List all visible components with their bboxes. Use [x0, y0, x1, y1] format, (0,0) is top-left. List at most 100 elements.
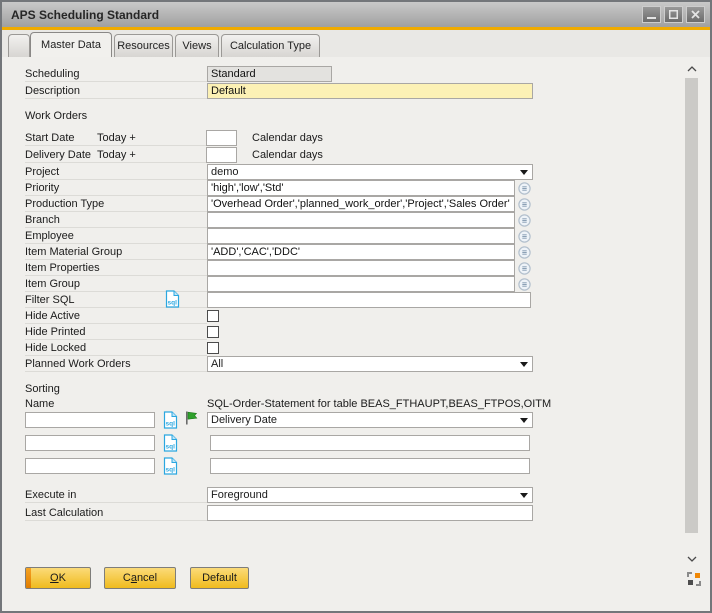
sorting-statement-column-label: SQL-Order-Statement for table BEAS_FTHAU… [207, 398, 537, 410]
window-controls [642, 6, 705, 23]
description-field[interactable] [207, 83, 533, 99]
priority-field[interactable] [207, 180, 515, 196]
last-calculation-field[interactable] [207, 505, 533, 521]
production-type-field[interactable] [207, 196, 515, 212]
item-group-choose-list-icon[interactable] [518, 278, 531, 291]
last-calculation-label: Last Calculation [25, 506, 207, 521]
tab-stub [8, 34, 30, 57]
delivery-date-prefix: Today + [97, 148, 136, 162]
branch-field[interactable] [207, 212, 515, 228]
delivery-date-label-text: Delivery Date [25, 149, 91, 161]
accent-gold-bar [2, 27, 710, 30]
filter-sql-editor-icon[interactable]: sql [165, 290, 180, 308]
production-type-choose-list-icon[interactable] [518, 198, 531, 211]
execute-in-value: Foreground [211, 489, 268, 501]
sorting-row3-statement-input[interactable] [210, 458, 530, 474]
employee-choose-list-icon[interactable] [518, 230, 531, 243]
sorting-row2-sql-editor-icon[interactable]: sql [163, 434, 178, 452]
sorting-row1-flag-icon[interactable] [183, 410, 199, 426]
execute-in-dropdown[interactable]: Foreground [207, 487, 533, 503]
hide-locked-checkbox[interactable] [207, 342, 219, 354]
chevron-up-icon [687, 66, 697, 72]
start-date-suffix: Calendar days [252, 132, 323, 144]
execute-in-label: Execute in [25, 488, 207, 503]
delivery-date-days-input[interactable] [206, 147, 237, 163]
tab-strip: Master Data Resources Views Calculation … [2, 30, 710, 57]
cancel-button[interactable]: Cancel [104, 567, 176, 589]
vertical-scrollbar[interactable] [684, 60, 699, 580]
hide-active-checkbox[interactable] [207, 310, 219, 322]
branch-label: Branch [25, 213, 207, 228]
hide-active-label: Hide Active [25, 309, 207, 324]
project-dropdown-value: demo [211, 166, 239, 178]
hide-printed-checkbox[interactable] [207, 326, 219, 338]
tab-resources[interactable]: Resources [114, 34, 173, 57]
delivery-date-suffix: Calendar days [252, 149, 323, 161]
tab-resources-label: Resources [117, 40, 170, 52]
production-type-label: Production Type [25, 197, 207, 212]
close-icon [691, 10, 700, 19]
item-material-group-choose-list-icon[interactable] [518, 246, 531, 259]
minimize-icon [647, 10, 656, 19]
description-label: Description [25, 84, 207, 99]
svg-text:sql: sql [167, 300, 177, 307]
start-date-label: Start Date Today + [25, 131, 207, 146]
minimize-button[interactable] [642, 6, 661, 23]
sorting-heading: Sorting [25, 383, 60, 395]
window-title: APS Scheduling Standard [11, 8, 159, 22]
sorting-row1-sql-editor-icon[interactable]: sql [163, 411, 178, 429]
sorting-row2-statement-input[interactable] [210, 435, 530, 451]
item-properties-choose-list-icon[interactable] [518, 262, 531, 275]
maximize-button[interactable] [664, 6, 683, 23]
svg-text:sql: sql [165, 421, 175, 428]
tab-views-label: Views [182, 40, 211, 52]
tab-views[interactable]: Views [175, 34, 219, 57]
item-properties-field[interactable] [207, 260, 515, 276]
planned-work-orders-dropdown[interactable]: All [207, 356, 533, 372]
tab-calculation-type[interactable]: Calculation Type [221, 34, 320, 57]
priority-label: Priority [25, 181, 207, 196]
svg-text:sql: sql [165, 444, 175, 451]
item-properties-label: Item Properties [25, 261, 207, 276]
planned-work-orders-value: All [211, 358, 223, 370]
cancel-button-pre: C [123, 572, 131, 584]
tab-master-data[interactable]: Master Data [30, 32, 112, 57]
cancel-button-rest: ncel [137, 572, 157, 584]
hide-locked-label: Hide Locked [25, 341, 207, 356]
hide-printed-label: Hide Printed [25, 325, 207, 340]
item-material-group-label: Item Material Group [25, 245, 207, 260]
dropdown-arrow-icon [520, 418, 528, 423]
scrollbar-thumb[interactable] [685, 78, 698, 533]
aps-scheduling-window: APS Scheduling Standard Master Data Reso… [0, 0, 712, 613]
planned-work-orders-label: Planned Work Orders [25, 357, 207, 372]
item-material-group-field[interactable] [207, 244, 515, 260]
employee-field[interactable] [207, 228, 515, 244]
filter-sql-field[interactable] [207, 292, 531, 308]
svg-text:sql: sql [165, 467, 175, 474]
sorting-row1-statement-value: Delivery Date [211, 414, 277, 426]
project-dropdown[interactable]: demo [207, 164, 533, 180]
item-group-field[interactable] [207, 276, 515, 292]
priority-choose-list-icon[interactable] [518, 182, 531, 195]
dropdown-arrow-icon [520, 493, 528, 498]
sorting-row3-name-input[interactable] [25, 458, 155, 474]
sorting-row3-sql-editor-icon[interactable]: sql [163, 457, 178, 475]
default-button[interactable]: Default [190, 567, 249, 589]
sorting-row2-name-input[interactable] [25, 435, 155, 451]
maximize-icon [669, 10, 678, 19]
resize-grip-icon[interactable] [687, 572, 701, 586]
ok-button[interactable]: OK [25, 567, 91, 589]
title-bar[interactable]: APS Scheduling Standard [2, 2, 710, 27]
scroll-down-button[interactable] [684, 552, 699, 566]
scroll-up-button[interactable] [684, 62, 699, 76]
sorting-row1-name-input[interactable] [25, 412, 155, 428]
close-button[interactable] [686, 6, 705, 23]
ok-button-rest: K [59, 572, 66, 584]
sorting-row1-statement-dropdown[interactable]: Delivery Date [207, 412, 533, 428]
start-date-days-input[interactable] [206, 130, 237, 146]
scheduling-field [207, 66, 332, 82]
ok-button-key: O [50, 572, 59, 584]
branch-choose-list-icon[interactable] [518, 214, 531, 227]
dropdown-arrow-icon [520, 170, 528, 175]
work-orders-heading: Work Orders [25, 110, 87, 122]
